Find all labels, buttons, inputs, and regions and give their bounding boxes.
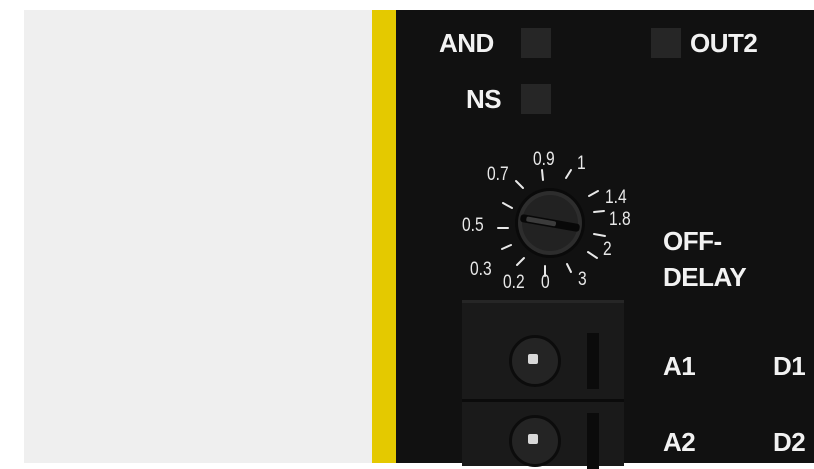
- rotary-knob: [515, 188, 585, 258]
- terminal-screw-a2: [509, 415, 561, 467]
- terminal-block: [462, 300, 624, 469]
- dial-scale-value: 0.5: [462, 215, 484, 236]
- dial-scale-value: 0.9: [533, 149, 555, 170]
- terminal-divider: [462, 399, 624, 402]
- function-label-line-1: OFF-: [663, 226, 722, 256]
- function-label-line-2: DELAY: [663, 262, 747, 292]
- terminal-label-d1: D1: [773, 351, 806, 381]
- terminal-label-a1: A1: [663, 351, 696, 381]
- screw-head-icon: [528, 434, 538, 444]
- terminal-wire-slot: [587, 413, 599, 469]
- dial-scale-value: 1: [577, 153, 586, 174]
- product-photo: AND NS OUT2 0.7 0.9 1 1.4 0.5 1.8 2 0.3 …: [0, 0, 814, 469]
- dial-scale-value: 2: [603, 239, 612, 260]
- screw-head-icon: [528, 354, 538, 364]
- dial-scale-value: 0.7: [487, 164, 509, 185]
- dial-scale-value: 3: [578, 269, 587, 290]
- dial-scale-value: 1.8: [609, 209, 631, 230]
- dial-scale-value: 0.3: [470, 259, 492, 280]
- terminal-wire-slot: [587, 333, 599, 389]
- dial-scale-value: 1.4: [605, 187, 627, 208]
- dial-scale-value: 0: [541, 272, 550, 293]
- terminal-label-a2: A2: [663, 427, 696, 457]
- terminal-label-d2: D2: [773, 427, 806, 457]
- dial-scale-value: 0.2: [503, 272, 525, 293]
- terminal-screw-a1: [509, 335, 561, 387]
